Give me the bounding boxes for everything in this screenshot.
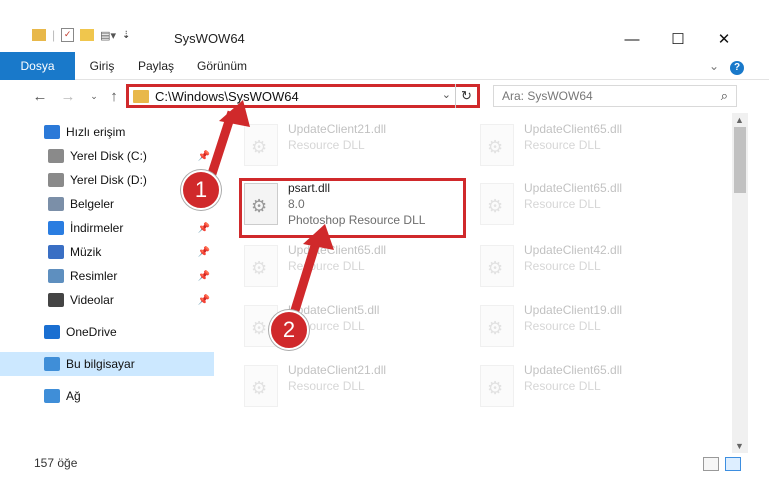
arrow-2 xyxy=(287,234,323,322)
arrow-1-head xyxy=(219,100,250,127)
annotation-arrows xyxy=(203,100,334,322)
arrow-2-head xyxy=(303,224,334,250)
step-2-badge: 2 xyxy=(269,310,309,350)
step-1-badge: 1 xyxy=(181,170,221,210)
